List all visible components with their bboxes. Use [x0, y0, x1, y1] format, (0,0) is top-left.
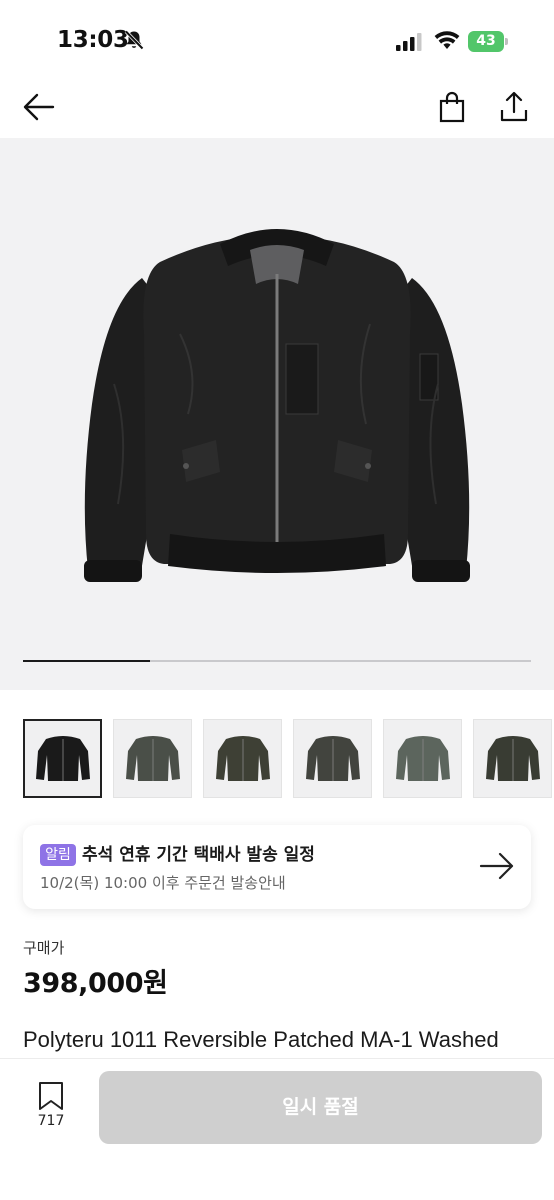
price-label: 구매가: [23, 939, 65, 957]
thumbnail-item[interactable]: [23, 719, 102, 798]
price-value: 398,000원: [23, 968, 168, 999]
notice-subtitle: 10/2(목) 10:00 이후 주문건 발송안내: [40, 874, 286, 892]
battery-level: 43: [468, 31, 504, 52]
thumbnail-item[interactable]: [293, 719, 372, 798]
battery-indicator: 43: [468, 31, 508, 52]
bell-muted-icon: [124, 30, 144, 50]
status-bar: 13:03 43: [0, 0, 554, 80]
top-nav: [0, 80, 554, 138]
thumbnail-strip[interactable]: [23, 719, 554, 799]
thumbnail-item[interactable]: [203, 719, 282, 798]
jacket-thumbnail-image: [35, 735, 90, 781]
back-button[interactable]: [22, 90, 56, 124]
share-button[interactable]: [497, 90, 531, 124]
arrow-left-icon: [23, 93, 55, 121]
share-icon: [500, 91, 528, 122]
product-image-carousel[interactable]: [0, 138, 554, 690]
shipping-notice-banner[interactable]: 알림 추석 연휴 기간 택배사 발송 일정 10/2(목) 10:00 이후 주…: [23, 825, 531, 909]
jacket-thumbnail-image: [485, 735, 540, 781]
thumbnail-item[interactable]: [113, 719, 192, 798]
carousel-progress-fill: [23, 660, 150, 662]
status-time: 13:03: [57, 27, 129, 53]
arrow-right-icon: [479, 852, 514, 880]
battery-tip: [505, 38, 508, 45]
jacket-product-image: [84, 229, 470, 582]
thumbnail-item[interactable]: [473, 719, 552, 798]
cart-button[interactable]: [435, 90, 469, 124]
jacket-thumbnail-image: [395, 735, 450, 781]
thumbnail-item[interactable]: [383, 719, 462, 798]
bookmark-button[interactable]: 717: [30, 1081, 72, 1141]
bookmark-count: 717: [37, 1113, 65, 1129]
jacket-thumbnail-image: [305, 735, 360, 781]
shopping-bag-icon: [439, 91, 465, 123]
bottom-action-bar: 717 일시 품절: [0, 1058, 554, 1200]
notice-title: 추석 연휴 기간 택배사 발송 일정: [82, 845, 315, 865]
sold-out-button[interactable]: 일시 품절: [99, 1071, 542, 1144]
product-title: Polyteru 1011 Reversible Patched MA-1 Wa…: [23, 1027, 499, 1052]
cell-signal-icon: [396, 33, 422, 51]
bookmark-icon: [39, 1082, 63, 1110]
jacket-thumbnail-image: [125, 735, 180, 781]
notice-badge: 알림: [40, 844, 76, 866]
jacket-thumbnail-image: [215, 735, 270, 781]
wifi-icon: [434, 31, 460, 49]
carousel-progress-track: [23, 660, 531, 662]
